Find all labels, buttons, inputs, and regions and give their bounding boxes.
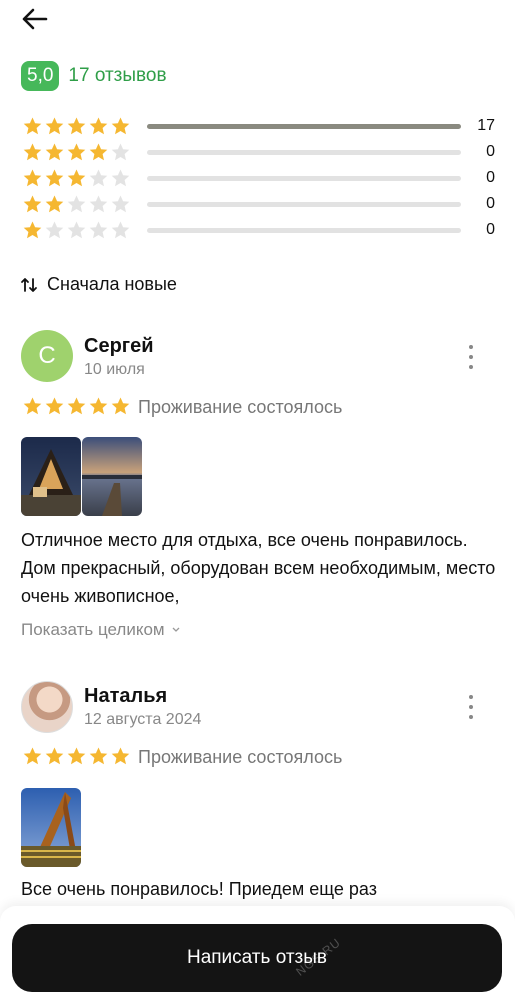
star-empty-icon — [67, 195, 86, 212]
rating-bar-fill — [147, 123, 461, 129]
review-stars — [22, 396, 131, 417]
star-filled-icon — [45, 143, 64, 160]
sort-arrows-icon — [21, 277, 37, 292]
rating-row-stars — [22, 168, 134, 189]
review-photo[interactable] — [21, 437, 81, 516]
star-filled-icon — [111, 747, 130, 765]
rating-bar — [147, 149, 461, 155]
avatar: С — [21, 330, 73, 382]
star-empty-icon — [89, 221, 108, 238]
star-empty-icon — [111, 221, 130, 238]
star-filled-icon — [89, 117, 108, 134]
star-filled-icon — [23, 747, 42, 765]
rating-bar — [147, 175, 461, 181]
star-filled-icon — [45, 169, 64, 186]
avatar-letter: С — [38, 342, 56, 369]
stay-status: Проживание состоялось — [138, 747, 343, 767]
star-filled-icon — [89, 143, 108, 160]
star-filled-icon — [67, 747, 86, 765]
rating-bar — [147, 227, 461, 233]
rating-row-stars — [22, 194, 134, 215]
review-date: 10 июля — [84, 361, 145, 378]
stay-status: Проживание состоялось — [138, 397, 343, 417]
rating-count: 0 — [486, 143, 495, 160]
rating-row-stars — [22, 220, 134, 241]
sort-button[interactable]: Сначала новые — [20, 274, 177, 295]
star-filled-icon — [67, 143, 86, 160]
rating-count: 0 — [486, 169, 495, 186]
star-filled-icon — [23, 195, 42, 212]
rating-count: 0 — [486, 221, 495, 238]
star-filled-icon — [23, 397, 42, 415]
rating-row-stars — [22, 142, 134, 163]
review-text: Отличное место для отдыха, все очень пон… — [21, 530, 496, 606]
star-empty-icon — [111, 195, 130, 212]
sort-label: Сначала новые — [47, 274, 177, 294]
rating-summary: 5,0 17 отзывов — [21, 61, 167, 91]
chevron-down-icon — [172, 627, 180, 632]
rating-row-3: 0 — [22, 165, 497, 191]
star-filled-icon — [23, 221, 42, 238]
review-author: Наталья — [84, 685, 168, 707]
review-author: Сергей — [84, 335, 154, 357]
review-photo[interactable] — [21, 788, 81, 867]
show-full-label: Показать целиком — [21, 620, 165, 639]
star-empty-icon — [89, 169, 108, 186]
review-date: 12 августа 2024 — [84, 711, 202, 728]
star-filled-icon — [89, 397, 108, 415]
review-stars — [22, 746, 131, 767]
avatar — [21, 681, 73, 733]
star-filled-icon — [45, 195, 64, 212]
show-full-review-link[interactable]: Показать целиком — [21, 620, 181, 640]
rating-count: 17 — [477, 117, 495, 134]
star-empty-icon — [89, 195, 108, 212]
rating-distribution: 17 0 0 0 0 — [22, 113, 497, 243]
star-filled-icon — [111, 397, 130, 415]
star-filled-icon — [67, 117, 86, 134]
star-filled-icon — [89, 747, 108, 765]
rating-row-2: 0 — [22, 191, 497, 217]
rating-bar — [147, 201, 461, 207]
star-empty-icon — [111, 169, 130, 186]
more-options-button[interactable] — [465, 345, 477, 369]
rating-row-stars — [22, 116, 134, 137]
rating-row-4: 0 — [22, 139, 497, 165]
reviews-count[interactable]: 17 отзывов — [68, 65, 166, 87]
star-filled-icon — [23, 117, 42, 134]
star-filled-icon — [67, 169, 86, 186]
rating-row-5: 17 — [22, 113, 497, 139]
star-filled-icon — [45, 397, 64, 415]
more-options-button[interactable] — [465, 695, 477, 719]
arrow-left-icon — [22, 8, 48, 30]
rating-bar — [147, 123, 461, 129]
star-empty-icon — [111, 143, 130, 160]
star-empty-icon — [67, 221, 86, 238]
score-badge: 5,0 — [21, 61, 60, 91]
star-empty-icon — [45, 221, 64, 238]
star-filled-icon — [67, 397, 86, 415]
star-filled-icon — [23, 143, 42, 160]
write-review-button[interactable]: Написать отзыв — [12, 924, 502, 992]
star-filled-icon — [23, 169, 42, 186]
star-filled-icon — [45, 117, 64, 134]
back-button[interactable] — [20, 4, 54, 34]
review-text: Все очень понравилось! Приедем еще раз — [21, 879, 377, 899]
star-filled-icon — [111, 117, 130, 134]
rating-count: 0 — [486, 195, 495, 212]
review-photo[interactable] — [82, 437, 142, 516]
star-filled-icon — [45, 747, 64, 765]
rating-row-1: 0 — [22, 217, 497, 243]
